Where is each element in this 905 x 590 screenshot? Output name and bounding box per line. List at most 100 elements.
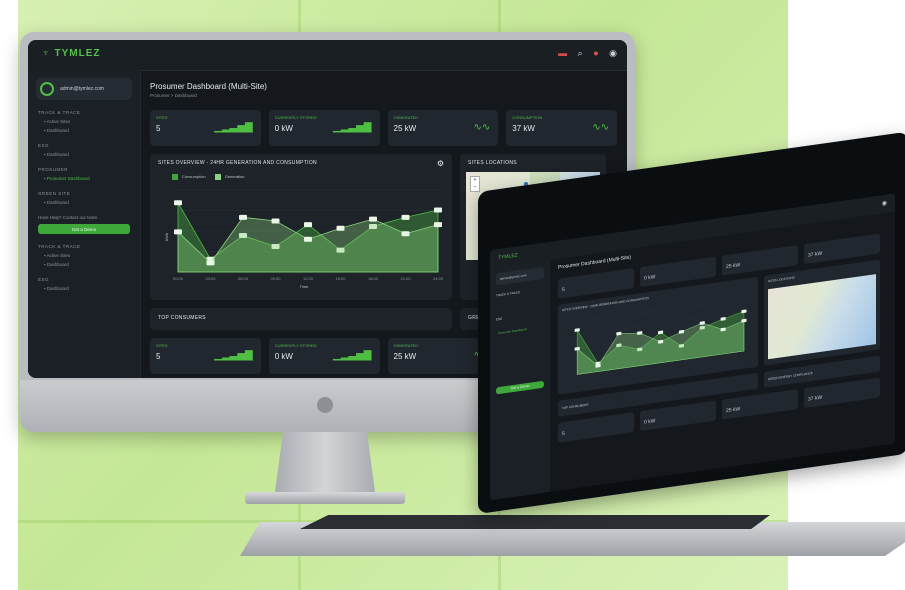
kpi-label: CONSUMPTION xyxy=(512,115,543,120)
bars-icon: ▁▂▃▅▇ xyxy=(333,122,372,133)
bars-icon: ▁▂▃▅▇ xyxy=(214,350,253,361)
data-point[interactable] xyxy=(434,222,442,228)
data-point[interactable] xyxy=(174,200,182,206)
data-point[interactable] xyxy=(271,218,280,224)
kpi-card-generated[interactable]: 25 kW xyxy=(722,389,798,420)
sidebar-section-title: GREEN SITE xyxy=(38,191,71,196)
data-point[interactable] xyxy=(174,229,182,235)
kpi-value: 25 kW xyxy=(393,124,417,133)
gear-icon[interactable]: ⚙ xyxy=(437,159,444,168)
kpi-cards-top: SITES 5 ▁▂▃▅▇ CURRENTLY STORED 0 kW ▁▂▃▅… xyxy=(150,110,617,146)
kpi-value: 0 kW xyxy=(644,418,656,426)
data-point[interactable] xyxy=(369,216,377,222)
notification-bell-icon[interactable]: ● xyxy=(593,48,598,58)
kpi-card-stored[interactable]: CURRENTLY STORED 0 kW ▁▂▃▅▇ xyxy=(268,110,380,146)
sidebar-section-title: ESG xyxy=(38,143,50,148)
kpi-card-consumption[interactable]: 37 kW xyxy=(804,233,880,265)
data-point[interactable] xyxy=(239,214,247,220)
kpi-value: 25 kW xyxy=(726,262,741,271)
data-point[interactable] xyxy=(741,309,747,314)
user-avatar-icon[interactable]: ◉ xyxy=(882,200,887,208)
kpi-card-consumption[interactable]: 37 kW xyxy=(804,377,880,409)
kpi-label: GENERATED xyxy=(393,343,419,348)
panel-title: TOP CONSUMERS xyxy=(158,315,206,321)
x-tick-label: 00:00 xyxy=(173,276,184,281)
sidebar-item-label: Dashboard xyxy=(46,262,69,267)
kpi-card-consumption[interactable]: CONSUMPTION 37 kW ∿∿ xyxy=(506,110,617,146)
legend-swatch xyxy=(172,174,178,180)
sidebar-item-esg-dashboard[interactable]: ▪ Dashboard xyxy=(44,286,140,291)
kpi-label: SITES xyxy=(156,115,168,120)
data-point[interactable] xyxy=(401,231,410,237)
kpi-value: 37 kW xyxy=(512,124,535,133)
page-title: Prosumer Dashboard (Multi-Site) xyxy=(150,82,267,91)
sidebar-item-active-sites[interactable]: ▪ Active Sites xyxy=(44,119,140,124)
kpi-card-stored[interactable]: 0 kW xyxy=(640,256,716,288)
data-point[interactable] xyxy=(206,260,215,266)
sidebar-item-label: Active Sites xyxy=(46,253,71,258)
brand-name[interactable]: TYMLEZ xyxy=(498,252,518,261)
kpi-value: 25 kW xyxy=(726,406,741,415)
sidebar-section-title: ESG xyxy=(38,277,50,282)
x-tick-label: 21:00 xyxy=(400,276,411,281)
sidebar-item-green-site-dashboard[interactable]: ▪ Dashboard xyxy=(44,200,140,205)
user-box[interactable]: admin@tymlez.com xyxy=(36,78,132,100)
brand-name: TYMLEZ xyxy=(54,48,101,59)
kpi-label: GENERATED xyxy=(393,115,419,120)
panel-title: SITES LOCATIONS xyxy=(468,160,517,166)
map-zoom-controls[interactable]: + − xyxy=(470,176,480,192)
laptop: TYMLEZ ◉ admin@tymlez.com TRACK & TRACE … xyxy=(478,131,905,522)
sidebar-item-label: Dashboard xyxy=(46,286,69,291)
kpi-value: 37 kW xyxy=(808,250,823,259)
breadcrumb[interactable]: Prosumer > Dashboard xyxy=(150,93,197,98)
flag-icon[interactable]: ▬ xyxy=(558,48,567,58)
data-point[interactable] xyxy=(574,328,580,332)
data-point[interactable] xyxy=(304,222,312,228)
panel-title: SITES LOCATIONS xyxy=(768,275,795,284)
sidebar-section-title: TRACK & TRACE xyxy=(38,110,81,115)
sidebar-item-prosumer-dashboard[interactable]: ▪ Prosumer Dashboard xyxy=(44,176,140,181)
kpi-card-sites[interactable]: SITES 5 ▁▂▃▅▇ xyxy=(150,110,261,146)
avatar xyxy=(40,82,54,96)
user-box[interactable]: admin@tymlez.com xyxy=(496,266,544,286)
x-axis-label: Time xyxy=(300,284,310,289)
legend-label[interactable]: Generation xyxy=(225,174,245,179)
sidebar-item-label: Prosumer Dashboard xyxy=(46,176,90,181)
chart-legend: Consumption Generation xyxy=(164,174,245,180)
user-avatar-icon[interactable]: ◉ xyxy=(609,48,617,58)
search-icon[interactable]: ⌕ xyxy=(578,48,583,58)
sidebar-item-dashboard[interactable]: ▪ Dashboard xyxy=(44,262,140,267)
sidebar-item-dashboard[interactable]: ▪ Dashboard xyxy=(44,128,140,133)
data-point[interactable] xyxy=(304,236,312,242)
x-tick-label: 09:00 xyxy=(270,276,281,281)
legend-swatch xyxy=(214,174,221,180)
sidebar-item-active-sites[interactable]: ▪ Active Sites xyxy=(44,253,140,258)
top-icons: ▬ ⌕ ● ◉ xyxy=(550,48,617,59)
kpi-value: 0 kW xyxy=(274,124,293,133)
kpi-value: 5 xyxy=(156,124,161,133)
sidebar-item-label: Dashboard xyxy=(46,152,69,157)
kpi-card-generated[interactable]: 25 kW xyxy=(722,245,798,276)
get-demo-button[interactable]: Get a Demo xyxy=(496,380,544,395)
bars-icon: ▁▂▃▅▇ xyxy=(214,122,253,133)
kpi-card-sites[interactable]: SITES 5 ▁▂▃▅▇ xyxy=(150,338,261,374)
sidebar-item-prosumer-dashboard[interactable]: Prosumer Dashboard xyxy=(498,327,527,335)
legend-label[interactable]: Consumption xyxy=(182,174,206,179)
laptop-sidebar: admin@tymlez.com TRACK & TRACE ESG Prosu… xyxy=(490,259,550,501)
sidebar-item-esg-dashboard[interactable]: ▪ Dashboard xyxy=(44,152,140,157)
sites-map[interactable] xyxy=(768,274,876,360)
data-point[interactable] xyxy=(434,207,442,213)
brand-logo[interactable]: ♆ TYMLEZ xyxy=(42,48,101,59)
sidebar-section-title: PROSUMER xyxy=(38,167,69,172)
kpi-value: 5 xyxy=(562,430,565,438)
monitor-stand-base xyxy=(245,492,405,504)
kpi-card-generated[interactable]: GENERATED 25 kW ∿∿ xyxy=(387,110,499,146)
sidebar-item-label: Dashboard xyxy=(46,128,69,133)
data-point[interactable] xyxy=(336,225,345,231)
kpi-card-stored[interactable]: 0 kW xyxy=(640,400,716,432)
kpi-card-sites[interactable]: 5 xyxy=(558,268,634,299)
kpi-card-stored[interactable]: CURRENTLY STORED 0 kW ▁▂▃▅▇ xyxy=(268,338,380,374)
data-point[interactable] xyxy=(401,214,410,220)
kpi-card-sites[interactable]: 5 xyxy=(558,412,634,443)
get-demo-button[interactable]: Get a Demo xyxy=(38,224,130,234)
